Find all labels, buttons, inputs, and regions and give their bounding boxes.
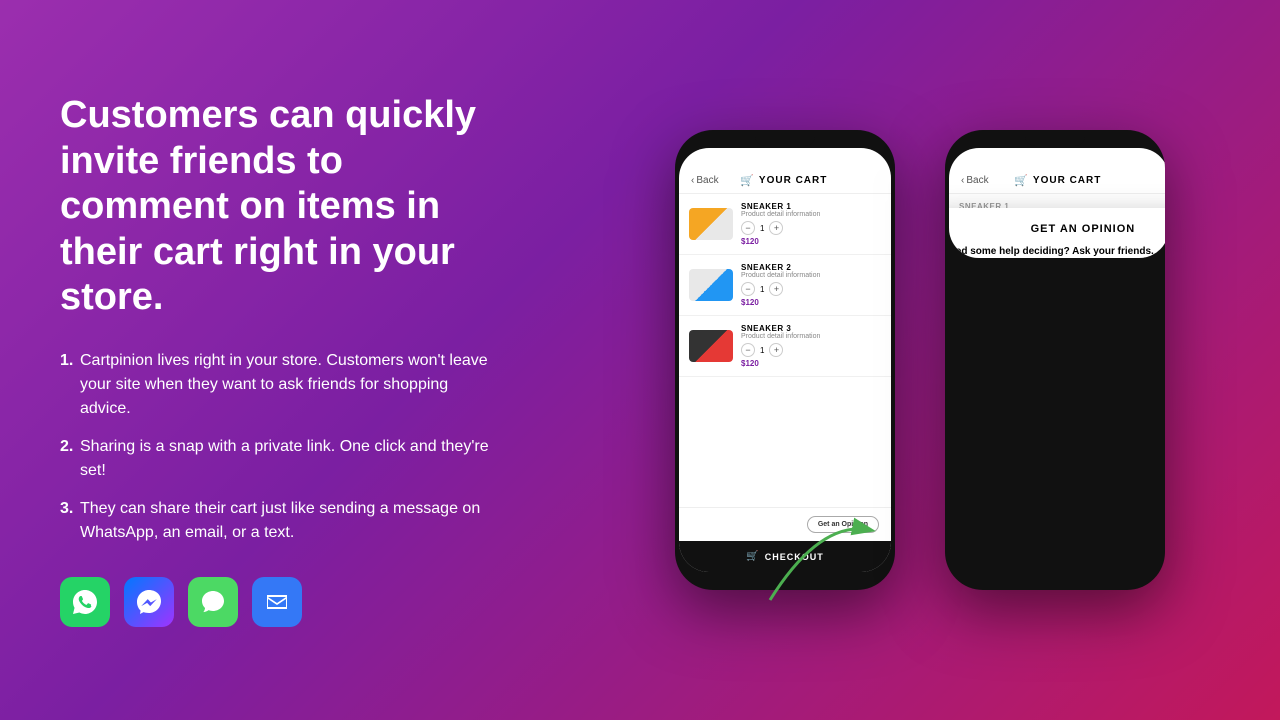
qty-minus-1[interactable]: − [741,221,755,235]
phone-2-header: ‹ Back 🛒 YOUR CART [949,164,1165,194]
app-icons-row [60,577,500,627]
cart-item-1: SNEAKER 1 Product detail information − 1… [679,194,891,255]
phone-1-screen: ‹ Back 🛒 YOUR CART SNEAKER 1 Product det… [679,148,891,572]
opinion-modal: GET AN OPINION × Need some help deciding… [949,208,1165,258]
back-button-1[interactable]: ‹ Back [691,175,719,186]
left-panel: Customers can quickly invite friends to … [0,53,560,667]
list-item-2: Sharing is a snap with a private link. O… [60,435,500,483]
qty-minus-3[interactable]: − [741,343,755,357]
imessage-icon[interactable] [188,577,238,627]
phone-1: ‹ Back 🛒 YOUR CART SNEAKER 1 Product det… [675,130,895,590]
checkout-cart-icon-1: 🛒 [746,551,758,562]
checkout-label-1: CHECKOUT [765,552,824,562]
qty-control-2: − 1 + [741,282,881,296]
qty-control-1: − 1 + [741,221,881,235]
qty-plus-1[interactable]: + [769,221,783,235]
sneaker-3-img [689,330,733,362]
item-1-info: SNEAKER 1 Product detail information − 1… [741,202,881,246]
messenger-icon[interactable] [124,577,174,627]
phone-1-footer: Get an Opinion [679,507,891,541]
phone-2: ‹ Back 🛒 YOUR CART SNEAKER 1 Product det… [945,130,1165,590]
whatsapp-icon[interactable] [60,577,110,627]
item-2-info: SNEAKER 2 Product detail information − 1… [741,263,881,307]
sneaker-2-img [689,269,733,301]
qty-num-3: 1 [760,346,764,355]
qty-plus-3[interactable]: + [769,343,783,357]
list-item-3: They can share their cart just like send… [60,497,500,545]
phone-notch-2 [1025,130,1085,146]
sneaker-1-img [689,208,733,240]
qty-control-3: − 1 + [741,343,881,357]
back-button-2[interactable]: ‹ Back [961,175,989,186]
cart-icon-2: 🛒 [1014,174,1029,187]
headline: Customers can quickly invite friends to … [60,93,500,321]
feature-list: Cartpinion lives right in your store. Cu… [60,349,500,545]
modal-subtitle: Need some help deciding? Ask your friend… [949,246,1165,257]
cart-title-1: 🛒 YOUR CART [719,174,849,187]
qty-num-1: 1 [760,224,764,233]
qty-minus-2[interactable]: − [741,282,755,296]
cart-title-2: 🛒 YOUR CART [989,174,1127,187]
cart-items-1: SNEAKER 1 Product detail information − 1… [679,194,891,507]
qty-plus-2[interactable]: + [769,282,783,296]
phone-notch-1 [755,130,815,146]
modal-title: GET AN OPINION [959,223,1165,235]
cart-item-3: SNEAKER 3 Product detail information − 1… [679,316,891,377]
phones-area: ‹ Back 🛒 YOUR CART SNEAKER 1 Product det… [560,0,1280,720]
checkout-bar-1[interactable]: 🛒 CHECKOUT [679,541,891,572]
list-item-1: Cartpinion lives right in your store. Cu… [60,349,500,421]
item-3-info: SNEAKER 3 Product detail information − 1… [741,324,881,368]
phone-2-screen: ‹ Back 🛒 YOUR CART SNEAKER 1 Product det… [949,148,1165,258]
phone-1-header: ‹ Back 🛒 YOUR CART [679,164,891,194]
mail-icon[interactable] [252,577,302,627]
cart-icon-1: 🛒 [740,174,755,187]
modal-header: GET AN OPINION × [949,222,1165,236]
get-opinion-button-1[interactable]: Get an Opinion [807,516,879,533]
cart-item-2: SNEAKER 2 Product detail information − 1… [679,255,891,316]
qty-num-2: 1 [760,285,764,294]
